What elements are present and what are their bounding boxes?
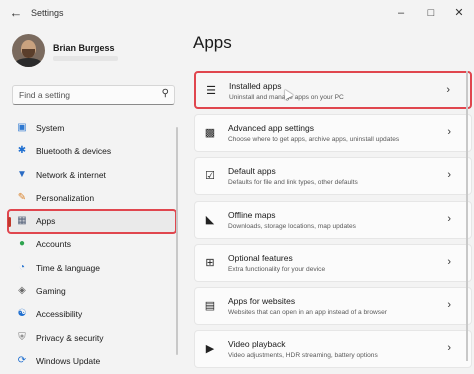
card-default-apps[interactable]: ☑ Default apps Defaults for file and lin… [194,157,472,196]
chevron-right-icon: › [447,255,451,268]
sidebar-item-personalization[interactable]: ✎ Personalization [8,187,176,210]
default-apps-icon: ☑ [205,170,215,183]
sidebar-item-label: Time & language [36,262,100,273]
card-subtitle: Extra functionality for your device [228,265,326,273]
maximize-icon[interactable]: □ [422,4,440,22]
card-title: Apps for websites [228,295,296,306]
search-placeholder: Find a setting [19,90,71,100]
sidebar-item-apps[interactable]: ▦ Apps [7,209,177,235]
card-title: Advanced app settings [228,123,315,134]
sidebar-item-accessibility[interactable]: ☯ Accessibility [8,303,176,326]
sidebar-item-label: Network & internet [36,169,106,180]
sidebar-item-label: Privacy & security [36,332,104,343]
card-offline-maps[interactable]: ◣ Offline maps Downloads, storage locati… [194,200,472,239]
update-icon: ⟳ [17,354,27,366]
settings-card-list: ☰ Installed apps Uninstall and manage ap… [194,71,472,373]
chevron-right-icon: › [447,342,451,355]
globe-clock-icon: ◔ [18,261,26,273]
chevron-right-icon: › [446,84,450,96]
active-indicator [8,217,11,228]
card-title: Default apps [228,166,276,177]
bluetooth-icon: ✱ [17,145,27,157]
map-icon: ◣ [205,213,215,226]
sidebar-item-network[interactable]: ▼ Network & internet [8,164,176,187]
user-name: Brian Burgess [53,43,115,53]
page-title: Apps [193,33,232,52]
sidebar-item-label: Personalization [36,192,95,203]
sidebar-scrollbar[interactable] [176,127,178,355]
web-app-icon: ▤ [204,299,216,312]
sidebar-item-label: Windows Update [36,355,101,366]
sidebar-item-time-language[interactable]: ◔ Time & language [8,257,176,280]
card-subtitle: Defaults for file and link types, other … [228,179,358,187]
wifi-icon: ▼ [17,168,27,180]
grid-plus-icon: ⊞ [205,256,215,269]
card-title: Installed apps [229,81,282,91]
card-subtitle: Video adjustments, HDR streaming, batter… [228,352,378,360]
brush-icon: ✎ [17,191,27,203]
accessibility-icon: ☯ [17,308,27,320]
search-icon[interactable]: ⚲ [162,88,169,99]
content-scrollbar[interactable] [466,71,468,361]
search-input[interactable]: Find a setting ⚲ [12,85,175,105]
chevron-right-icon: › [447,169,451,182]
card-advanced-app-settings[interactable]: ▩ Advanced app settings Choose where to … [194,114,472,153]
card-installed-apps[interactable]: ☰ Installed apps Uninstall and manage ap… [194,71,472,109]
gamepad-icon: ◈ [18,285,26,297]
sidebar-item-windows-update[interactable]: ⟳ Windows Update [8,350,176,373]
card-subtitle: Choose where to get apps, archive apps, … [228,136,400,144]
card-video-playback[interactable]: ▶ Video playback Video adjustments, HDR … [194,330,472,369]
sidebar-item-label: Accessibility [36,309,83,320]
list-icon: ☰ [206,85,216,97]
sidebar-item-gaming[interactable]: ◈ Gaming [8,280,176,303]
card-subtitle: Downloads, storage locations, map update… [228,222,356,230]
person-icon: ● [18,238,26,250]
card-title: Video playback [228,339,286,350]
chevron-right-icon: › [447,126,451,139]
sidebar-nav: ▣ System ✱ Bluetooth & devices ▼ Network… [7,117,177,373]
close-icon[interactable]: ✕ [450,4,468,22]
video-icon: ▶ [205,343,215,356]
app-title: Settings [31,8,64,18]
card-apps-for-websites[interactable]: ▤ Apps for websites Websites that can op… [194,286,472,325]
chevron-right-icon: › [447,212,451,225]
card-subtitle: Websites that can open in an app instead… [228,308,387,316]
sidebar-item-label: System [36,123,65,133]
sidebar-item-label: Gaming [36,286,66,297]
shield-icon: ⛨ [18,331,26,343]
monitor-icon: ▣ [17,122,27,133]
title-bar: ← Settings – □ ✕ [0,0,474,28]
user-email-redacted [53,56,118,61]
apps-icon: ▦ [17,215,27,227]
app-settings-icon: ▩ [204,127,216,140]
card-optional-features[interactable]: ⊞ Optional features Extra functionality … [194,243,472,282]
sidebar-item-label: Bluetooth & devices [36,146,112,157]
sidebar-item-label: Apps [36,216,56,227]
arrow-left-icon[interactable]: ← [8,5,24,21]
card-title: Optional features [228,252,293,263]
minimize-icon[interactable]: – [392,4,410,22]
avatar [12,34,45,67]
sidebar-item-system[interactable]: ▣ System [8,117,176,140]
chevron-right-icon: › [447,298,451,311]
sidebar-item-privacy[interactable]: ⛨ Privacy & security [8,327,176,350]
sidebar-item-bluetooth[interactable]: ✱ Bluetooth & devices [8,140,176,163]
card-title: Offline maps [228,209,276,220]
sidebar-item-label: Accounts [36,239,71,250]
sidebar-item-accounts[interactable]: ● Accounts [8,233,176,256]
